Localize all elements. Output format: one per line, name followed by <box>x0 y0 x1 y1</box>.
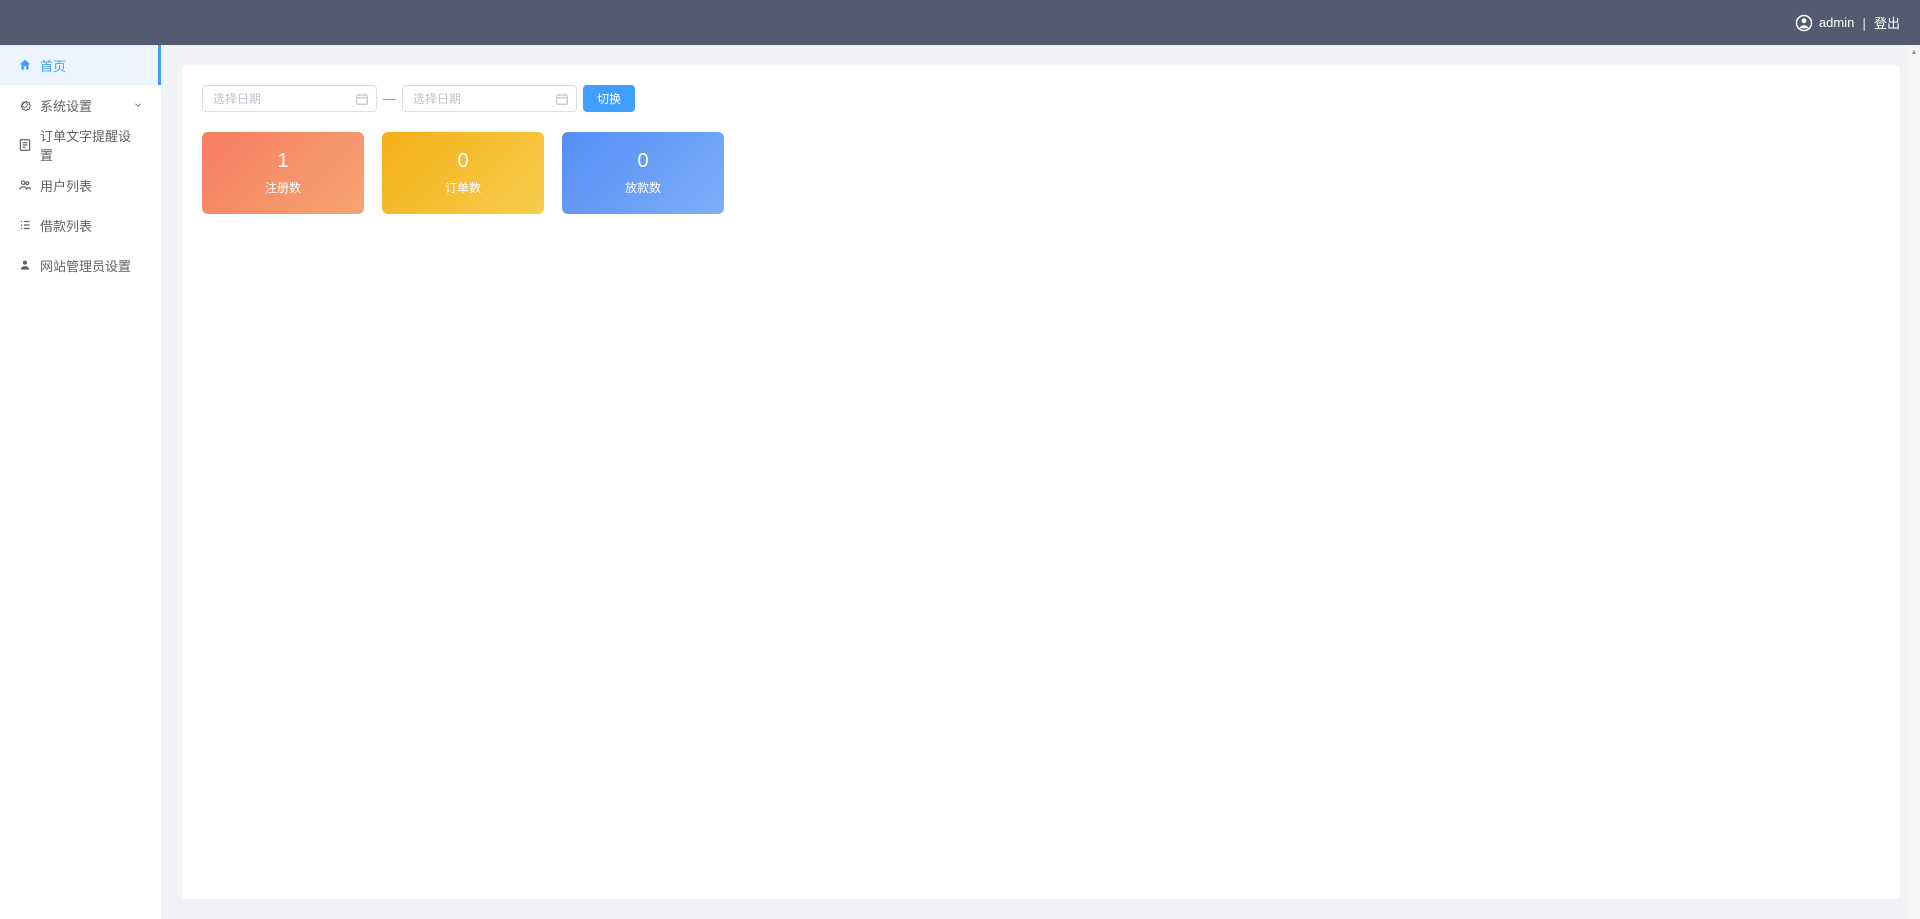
sidebar-item-loan-list[interactable]: 借款列表 <box>0 205 161 245</box>
scroll-up-icon[interactable]: ▴ <box>1910 47 1918 55</box>
stat-card-orders: 0 订单数 <box>382 132 544 214</box>
content-area: — 切换 1 注册数 0 订单数 0 放款数 <box>162 45 1920 919</box>
sidebar-item-label: 首页 <box>40 56 66 75</box>
calendar-icon <box>555 92 569 106</box>
dashboard-card: — 切换 1 注册数 0 订单数 0 放款数 <box>182 65 1900 899</box>
scrollbar[interactable]: ▴ <box>1908 45 1920 919</box>
sidebar-item-label: 订单文字提醒设置 <box>40 126 143 164</box>
sidebar-item-user-list[interactable]: 用户列表 <box>0 165 161 205</box>
start-date-input[interactable] <box>202 85 377 112</box>
stat-card-registrations: 1 注册数 <box>202 132 364 214</box>
sidebar-item-label: 用户列表 <box>40 176 92 195</box>
sidebar-item-label: 系统设置 <box>40 96 92 115</box>
sidebar-item-order-text-reminder[interactable]: 订单文字提醒设置 <box>0 125 161 165</box>
person-icon <box>18 258 32 272</box>
list-icon <box>18 218 32 232</box>
date-filter-row: — 切换 <box>202 85 1880 112</box>
date-separator: — <box>383 91 396 106</box>
switch-button[interactable]: 切换 <box>583 85 635 112</box>
doc-icon <box>18 138 32 152</box>
sidebar-item-label: 网站管理员设置 <box>40 256 131 275</box>
home-icon <box>18 58 32 72</box>
stat-label: 订单数 <box>445 179 481 196</box>
stat-value: 0 <box>637 150 648 173</box>
username-label: admin <box>1819 15 1854 30</box>
sidebar: 首页 系统设置 订单文字提醒设置 用户列表 借款列表 网站管理员设置 <box>0 45 162 919</box>
end-date-input-wrap <box>402 85 577 112</box>
sidebar-item-home[interactable]: 首页 <box>0 45 161 85</box>
chevron-down-icon <box>133 100 143 110</box>
sidebar-item-label: 借款列表 <box>40 216 92 235</box>
top-header: admin | 登出 <box>0 0 1920 45</box>
stat-label: 注册数 <box>265 179 301 196</box>
start-date-input-wrap <box>202 85 377 112</box>
sidebar-item-system-settings[interactable]: 系统设置 <box>0 85 161 125</box>
user-info[interactable]: admin <box>1795 14 1854 32</box>
logout-link[interactable]: 登出 <box>1874 13 1900 32</box>
calendar-icon <box>355 92 369 106</box>
stat-card-disbursements: 0 放款数 <box>562 132 724 214</box>
stat-value: 1 <box>277 150 288 173</box>
stat-value: 0 <box>457 150 468 173</box>
stats-row: 1 注册数 0 订单数 0 放款数 <box>202 132 1880 214</box>
gear-icon <box>18 98 32 112</box>
users-icon <box>18 178 32 192</box>
stat-label: 放款数 <box>625 179 661 196</box>
sidebar-item-admin-settings[interactable]: 网站管理员设置 <box>0 245 161 285</box>
header-separator: | <box>1862 15 1866 31</box>
end-date-input[interactable] <box>402 85 577 112</box>
user-avatar-icon <box>1795 14 1813 32</box>
